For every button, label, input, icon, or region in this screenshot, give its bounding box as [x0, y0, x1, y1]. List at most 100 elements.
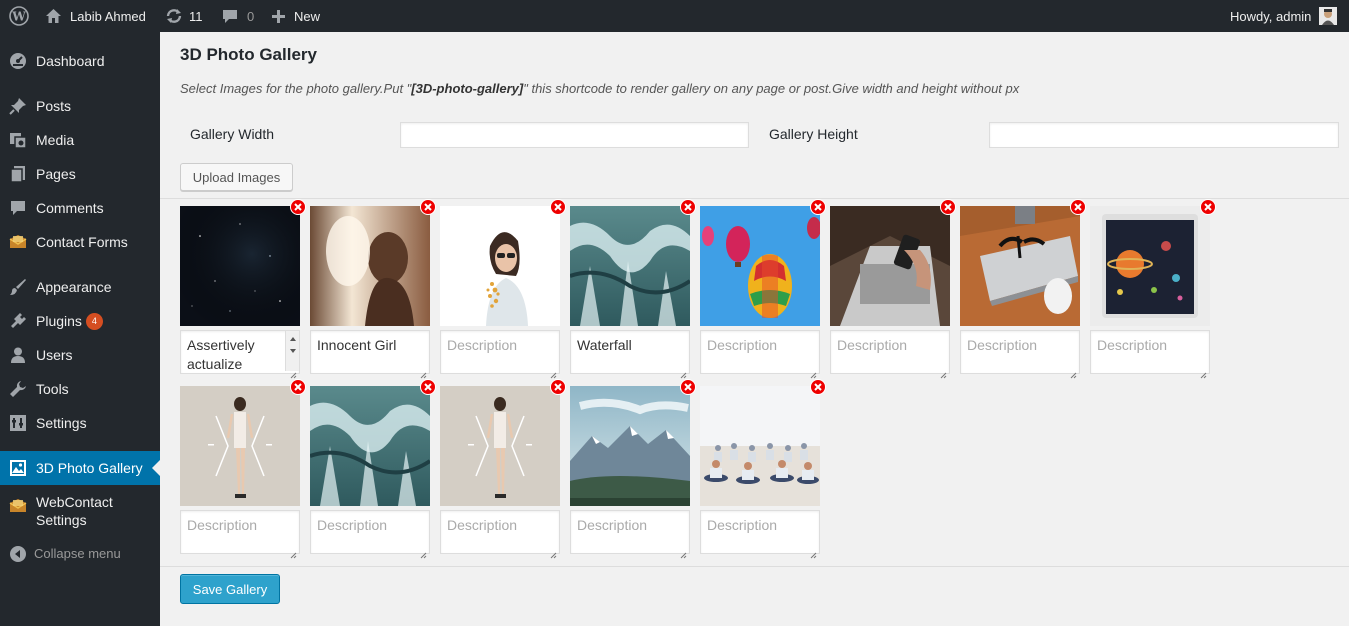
image-description-input[interactable] — [960, 330, 1080, 374]
sidebar-item-label: Settings — [36, 415, 87, 431]
image-description-input[interactable] — [830, 330, 950, 374]
page-description: Select Images for the photo gallery.Put … — [180, 81, 1019, 96]
comment-icon — [8, 198, 28, 218]
image-description-input[interactable] — [570, 330, 690, 374]
sidebar-item-tools[interactable]: Tools — [0, 372, 160, 406]
avatar — [1319, 7, 1338, 25]
remove-image-button[interactable] — [420, 379, 436, 395]
image-description-input[interactable] — [700, 330, 820, 374]
image-description-input[interactable] — [310, 510, 430, 554]
save-gallery-button[interactable]: Save Gallery — [180, 574, 280, 604]
collapse-menu-button[interactable]: Collapse menu — [0, 537, 160, 571]
svg-text:W: W — [11, 10, 26, 24]
sidebar-item-webcontact-settings[interactable]: WebContact Settings — [0, 493, 160, 537]
my-account-link[interactable]: Howdy, admin — [1230, 0, 1338, 32]
sidebar-item-appearance[interactable]: Appearance — [0, 270, 160, 304]
remove-image-button[interactable] — [1070, 199, 1086, 215]
sidebar-item-label: Users — [36, 347, 73, 363]
sidebar-item-plugins[interactable]: Plugins 4 — [0, 304, 160, 338]
image-description-input[interactable] — [310, 330, 430, 374]
gallery-thumbnail-mountain-landscape[interactable] — [570, 386, 690, 506]
upload-images-button[interactable]: Upload Images — [180, 163, 293, 191]
sidebar-item-settings[interactable]: Settings — [0, 406, 160, 440]
gallery-thumbnail-laptop-glasses-mouse[interactable] — [960, 206, 1080, 326]
description-text-end: " this shortcode to render gallery on an… — [523, 81, 1020, 96]
gallery-height-label: Gallery Height — [769, 126, 858, 142]
remove-image-button[interactable] — [550, 199, 566, 215]
close-icon — [294, 383, 302, 391]
gallery-thumbnail-woman-standing-light[interactable] — [440, 386, 560, 506]
gallery-thumbnail-laptop-phone-hands[interactable] — [830, 206, 950, 326]
settings-icon — [8, 413, 28, 433]
close-icon — [424, 203, 432, 211]
image-description-input[interactable] — [700, 510, 820, 554]
close-icon — [814, 203, 822, 211]
close-icon — [294, 203, 302, 211]
sidebar-item-label: Plugins — [36, 313, 82, 329]
image-description-input[interactable] — [180, 510, 300, 554]
remove-image-button[interactable] — [420, 199, 436, 215]
gallery-height-input[interactable] — [989, 122, 1339, 148]
media-icon — [8, 130, 28, 150]
contact-form-icon — [8, 496, 28, 516]
sidebar-item-label: Contact Forms — [36, 234, 128, 250]
remove-image-button[interactable] — [290, 379, 306, 395]
close-icon — [554, 383, 562, 391]
shortcode-text: [3D-photo-gallery] — [411, 81, 524, 96]
gallery-thumbnail-woman-sunglasses[interactable] — [440, 206, 560, 326]
textarea-scrollbar[interactable] — [285, 331, 299, 371]
remove-image-button[interactable] — [680, 199, 696, 215]
remove-image-button[interactable] — [810, 379, 826, 395]
gallery-thumbnail-night-sky-stars[interactable] — [180, 206, 300, 326]
sidebar-item-pages[interactable]: Pages — [0, 157, 160, 191]
remove-image-button[interactable] — [550, 379, 566, 395]
remove-image-button[interactable] — [1200, 199, 1216, 215]
wordpress-logo-icon[interactable]: W — [9, 0, 29, 32]
new-content-link[interactable]: New — [271, 0, 320, 32]
gallery-thumbnail-hot-air-balloons[interactable] — [700, 206, 820, 326]
gallery-thumbnail-space-poster-tablet[interactable] — [1090, 206, 1210, 326]
description-text-start: Select Images for the photo gallery.Put … — [180, 81, 412, 96]
sidebar-item-3d-photo-gallery[interactable]: 3D Photo Gallery — [0, 451, 160, 485]
gallery-thumbnail-woman-standing-light[interactable] — [180, 386, 300, 506]
remove-image-button[interactable] — [290, 199, 306, 215]
gallery-thumbnail-yoga-class[interactable] — [700, 386, 820, 506]
main-content: 3D Photo Gallery Select Images for the p… — [160, 32, 1349, 626]
sidebar-item-contact-forms[interactable]: Contact Forms — [0, 225, 160, 259]
sidebar-item-media[interactable]: Media — [0, 123, 160, 157]
gallery-width-input[interactable] — [400, 122, 749, 148]
close-icon — [684, 203, 692, 211]
remove-image-button[interactable] — [680, 379, 696, 395]
brush-icon — [8, 277, 28, 297]
sidebar-item-dashboard[interactable]: Dashboard — [0, 44, 160, 78]
image-description-input[interactable] — [1090, 330, 1210, 374]
gallery-thumbnail-waterfall-closeup[interactable] — [310, 386, 430, 506]
close-icon — [944, 203, 952, 211]
gallery-thumbnail-woman-sunlight-silhouette[interactable] — [310, 206, 430, 326]
remove-image-button[interactable] — [940, 199, 956, 215]
close-icon — [814, 383, 822, 391]
sidebar-item-posts[interactable]: Posts — [0, 89, 160, 123]
remove-image-button[interactable] — [810, 199, 826, 215]
sidebar-item-label: Collapse menu — [34, 546, 121, 561]
image-description-input[interactable] — [570, 510, 690, 554]
comments-count: 0 — [247, 8, 255, 24]
site-name: Labib Ahmed — [70, 8, 146, 24]
plus-icon — [271, 9, 286, 24]
image-description-input[interactable] — [180, 330, 300, 374]
comments-link[interactable]: 0 — [222, 0, 254, 32]
image-description-input[interactable] — [440, 330, 560, 374]
close-icon — [1074, 203, 1082, 211]
sidebar-item-label: Posts — [36, 98, 72, 114]
dashboard-icon — [8, 51, 28, 71]
sidebar-item-users[interactable]: Users — [0, 338, 160, 372]
image-description-input[interactable] — [440, 510, 560, 554]
collapse-icon — [8, 544, 28, 564]
gallery-thumbnail-waterfall-closeup[interactable] — [570, 206, 690, 326]
site-name-link[interactable]: Labib Ahmed — [45, 0, 146, 32]
page-title: 3D Photo Gallery — [180, 45, 317, 64]
sidebar-item-comments[interactable]: Comments — [0, 191, 160, 225]
updates-count: 11 — [189, 8, 203, 24]
close-icon — [684, 383, 692, 391]
updates-link[interactable]: 11 — [165, 0, 203, 32]
